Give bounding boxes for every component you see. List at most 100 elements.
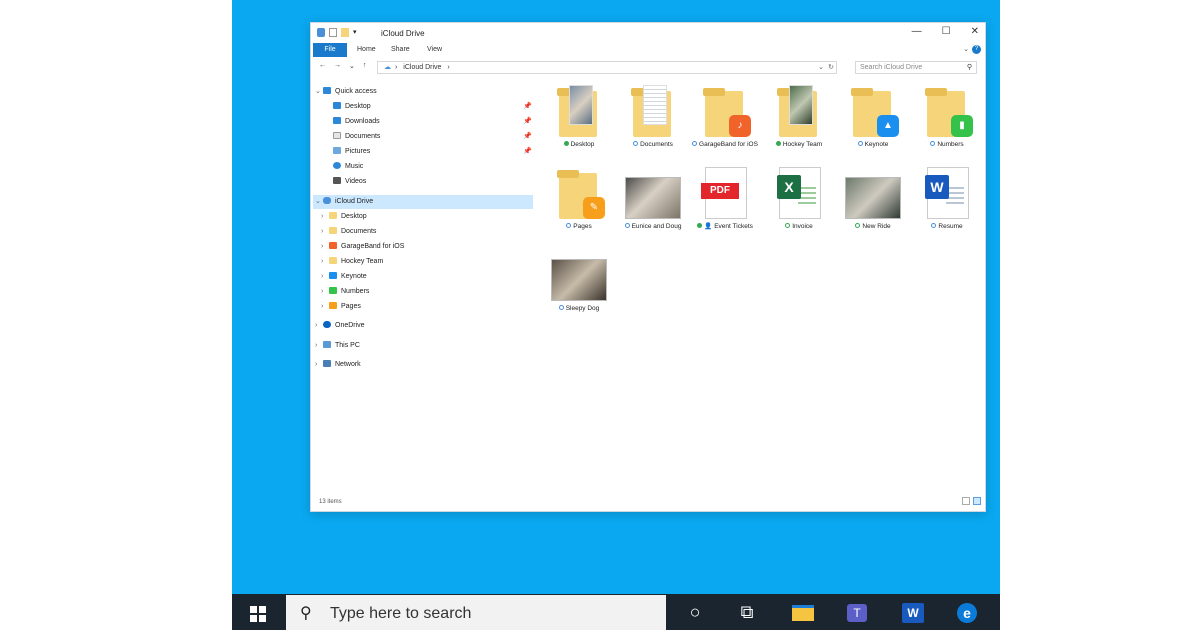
sidebar-item-this-pc[interactable]: › This PC (315, 339, 360, 353)
chevron-right-icon[interactable]: › (315, 358, 323, 372)
file-explorer-icon[interactable] (790, 600, 816, 624)
sidebar-item-hockey-team[interactable]: › Hockey Team (321, 255, 383, 269)
chevron-right-icon[interactable]: › (321, 270, 329, 284)
breadcrumb[interactable]: iCloud Drive (403, 64, 441, 71)
nav-arrows: ← → ⌄ ↑ (319, 62, 366, 70)
file-item-numbers[interactable]: ▮ Numbers (913, 81, 981, 149)
refresh-icon[interactable]: ↻ (828, 62, 834, 74)
word-icon[interactable]: W (900, 600, 926, 624)
desktop-icon (333, 102, 341, 109)
sidebar-item-icloud-documents[interactable]: › Documents (321, 225, 376, 239)
taskbar-search-box[interactable]: ⚲ Type here to search (286, 595, 666, 630)
cloud-status-icon (931, 223, 937, 228)
maximize-button[interactable]: ☐ (942, 26, 951, 37)
tab-file[interactable]: File (313, 43, 347, 57)
sidebar-item-music[interactable]: Music (333, 160, 363, 174)
excel-icon: X (771, 163, 827, 221)
file-item-keynote[interactable]: ▲ Keynote (839, 81, 907, 149)
sidebar-item-network[interactable]: › Network (315, 358, 361, 372)
new-folder-icon[interactable] (341, 28, 349, 37)
minimize-button[interactable]: — (912, 26, 922, 37)
forward-button[interactable]: → (334, 62, 341, 70)
pdf-label: PDF (701, 183, 739, 199)
sidebar-item-videos[interactable]: Videos (333, 175, 366, 189)
search-input[interactable]: Search iCloud Drive ⚲ (855, 61, 977, 74)
chevron-right-icon[interactable]: › (315, 339, 323, 353)
chevron-right-icon[interactable]: › (321, 225, 329, 239)
tab-view[interactable]: View (427, 46, 442, 53)
onedrive-icon (323, 321, 331, 328)
photo-image (845, 177, 901, 219)
numbers-icon (329, 287, 337, 294)
file-item-documents[interactable]: Documents (619, 81, 687, 149)
folder-icon (771, 81, 827, 139)
address-bar[interactable]: ☁ › iCloud Drive › ⌄ ↻ (377, 61, 837, 74)
task-view-icon[interactable]: ⧉ (734, 600, 760, 624)
cortana-icon[interactable]: ○ (682, 600, 708, 624)
start-button[interactable] (232, 594, 284, 630)
word-logo: W (902, 603, 924, 624)
pdf-icon: PDF (697, 163, 753, 221)
file-item-desktop[interactable]: Desktop (545, 81, 613, 149)
word-icon: W (919, 163, 975, 221)
computer-icon (323, 341, 331, 348)
file-item-event-tickets[interactable]: PDF 👤 Event Tickets (691, 163, 759, 231)
customize-toolbar-icon[interactable]: ▾ (353, 28, 359, 37)
chevron-down-icon[interactable]: ⌄ (315, 195, 323, 209)
teams-icon[interactable]: T (844, 600, 870, 624)
file-item-resume[interactable]: W Resume (913, 163, 981, 231)
sidebar-item-downloads[interactable]: Downloads 📌 (333, 115, 533, 129)
cloud-status-icon (857, 141, 863, 146)
up-button[interactable]: ↑ (363, 62, 367, 70)
folder-icon: ✎ (551, 163, 607, 221)
close-button[interactable]: ✕ (971, 26, 979, 37)
file-item-invoice[interactable]: X Invoice (765, 163, 833, 231)
recent-locations-button[interactable]: ⌄ (349, 62, 355, 70)
file-label: 👤 Event Tickets (691, 223, 759, 231)
edge-icon[interactable]: e (954, 600, 980, 624)
photo-image (625, 177, 681, 219)
file-label: Pages (545, 223, 613, 231)
chevron-right-icon: › (447, 64, 450, 71)
excel-logo: X (777, 175, 801, 199)
sidebar-item-icloud-desktop[interactable]: › Desktop (321, 210, 367, 224)
file-item-eunice-and-doug[interactable]: Eunice and Doug (619, 163, 687, 231)
file-item-hockey-team[interactable]: Hockey Team (765, 81, 833, 149)
chevron-right-icon[interactable]: › (321, 300, 329, 314)
sidebar-item-onedrive[interactable]: › OneDrive (315, 319, 365, 333)
chevron-down-icon[interactable]: ⌄ (315, 85, 323, 99)
chevron-right-icon[interactable]: › (321, 210, 329, 224)
expand-ribbon-icon[interactable]: ⌄ (963, 45, 969, 53)
sidebar-item-desktop[interactable]: Desktop 📌 (333, 100, 533, 114)
tab-home[interactable]: Home (357, 46, 376, 53)
quick-access-toolbar: ▾ (317, 28, 359, 37)
sidebar-item-icloud-drive[interactable]: ⌄ iCloud Drive (313, 195, 533, 209)
file-item-sleepy-dog[interactable]: Sleepy Dog (545, 245, 613, 313)
sidebar-item-keynote[interactable]: › Keynote (321, 270, 367, 284)
tab-share[interactable]: Share (391, 46, 410, 53)
file-item-garageband[interactable]: ♪ GarageBand for iOS (691, 81, 759, 149)
file-label: Eunice and Doug (619, 223, 687, 231)
sidebar-item-pictures[interactable]: Pictures 📌 (333, 145, 533, 159)
file-label: GarageBand for iOS (691, 141, 759, 149)
sidebar-item-numbers[interactable]: › Numbers (321, 285, 369, 299)
properties-icon[interactable] (329, 28, 337, 37)
folder-icon (792, 605, 814, 622)
chevron-right-icon[interactable]: › (321, 255, 329, 269)
sidebar-item-pages[interactable]: › Pages (321, 300, 361, 314)
details-view-icon[interactable] (962, 497, 970, 505)
sidebar-item-quick-access[interactable]: ⌄ Quick access (315, 85, 377, 99)
address-dropdown-icon[interactable]: ⌄ (818, 62, 824, 74)
chevron-right-icon[interactable]: › (321, 285, 329, 299)
sidebar-item-documents[interactable]: Documents 📌 (333, 130, 533, 144)
file-label: Keynote (839, 141, 907, 149)
chevron-right-icon[interactable]: › (321, 240, 329, 254)
large-icons-view-icon[interactable] (973, 497, 981, 505)
back-button[interactable]: ← (319, 62, 326, 70)
file-item-pages[interactable]: ✎ Pages (545, 163, 613, 231)
file-item-new-ride[interactable]: New Ride (839, 163, 907, 231)
view-toggle (962, 497, 981, 505)
sidebar-item-garageband[interactable]: › GarageBand for iOS (321, 240, 404, 254)
help-icon[interactable]: ? (972, 45, 981, 54)
chevron-right-icon[interactable]: › (315, 319, 323, 333)
